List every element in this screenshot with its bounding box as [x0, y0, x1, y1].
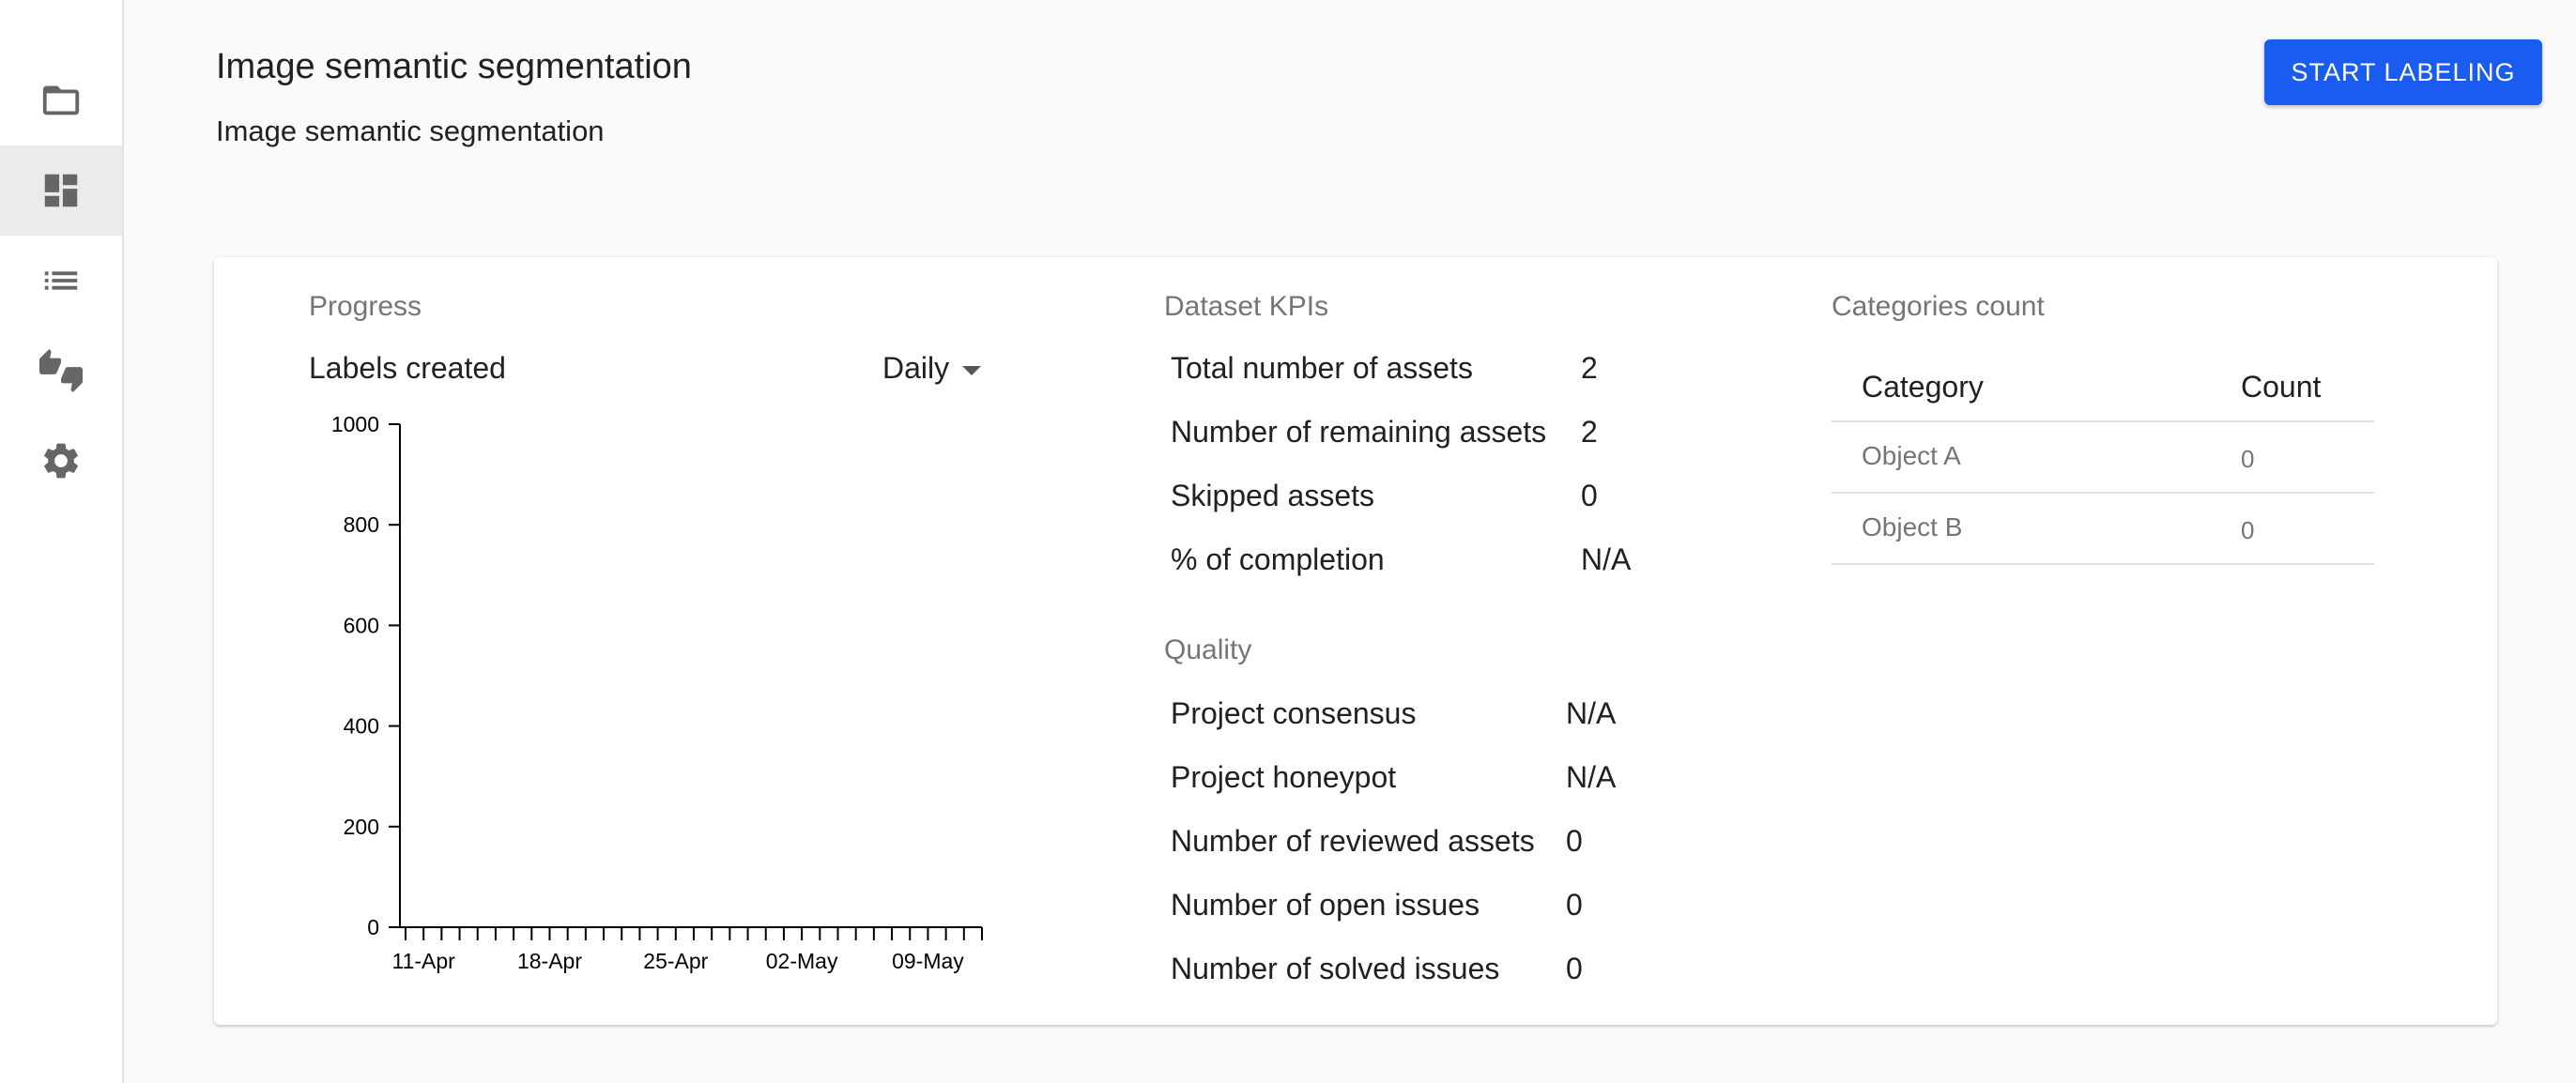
y-tick-label: 800	[344, 512, 379, 537]
column-header-category[interactable]: Category	[1862, 370, 1984, 404]
kpi-value: 0	[1581, 479, 1598, 512]
kpis-section-title: Dataset KPIs	[1164, 291, 1329, 322]
y-tick-label: 200	[344, 815, 379, 839]
kpi-value: N/A	[1581, 542, 1632, 576]
sidebar-item-list[interactable]	[0, 236, 122, 326]
sidebar	[0, 0, 124, 1083]
dashboard-icon	[44, 174, 78, 207]
sidebar-item-settings[interactable]	[0, 416, 122, 506]
page-subtitle: Image semantic segmentation	[216, 114, 605, 147]
quality-label: Number of solved issues	[1171, 952, 1500, 985]
y-tick-label: 600	[344, 613, 379, 637]
start-labeling-button[interactable]: START LABELING	[2264, 39, 2542, 105]
kpi-value: 2	[1581, 351, 1598, 385]
x-tick-label: 25-Apr	[643, 949, 708, 973]
kpi-label: Number of remaining assets	[1171, 415, 1547, 449]
y-tick-label: 400	[344, 714, 379, 739]
quality-value: 0	[1566, 888, 1583, 922]
quality-value: 0	[1566, 824, 1583, 858]
quality-value: N/A	[1566, 696, 1617, 730]
x-tick-label: 11-Apr	[392, 949, 456, 973]
quality-value: N/A	[1566, 760, 1617, 794]
kpi-label: Total number of assets	[1171, 351, 1473, 385]
category-name: Object B	[1862, 512, 1963, 542]
quality-value: 0	[1566, 952, 1583, 985]
x-tick-label: 02-May	[766, 949, 838, 973]
folder-icon	[42, 85, 80, 115]
quality-label: Project consensus	[1171, 696, 1417, 730]
table-header: Category Count	[1832, 347, 2374, 422]
y-tick-label: 1000	[331, 412, 379, 436]
page-title: Image semantic segmentation	[216, 47, 692, 86]
quality-label: Number of open issues	[1171, 888, 1480, 922]
gear-icon	[44, 443, 78, 479]
kpi-label: % of completion	[1171, 542, 1385, 576]
column-header-count[interactable]: Count	[2241, 370, 2321, 404]
category-count: 0	[2241, 445, 2255, 473]
category-count: 0	[2241, 516, 2255, 544]
x-tick-label: 09-May	[892, 949, 964, 973]
kpi-label: Skipped assets	[1171, 479, 1375, 512]
sidebar-item-folder[interactable]	[0, 55, 122, 145]
category-name: Object A	[1862, 441, 1961, 470]
table-row: Object A 0	[1832, 422, 2374, 494]
table-row: Object B 0	[1832, 494, 2374, 565]
kpi-value: 2	[1581, 415, 1598, 449]
categories-section-title: Categories count	[1832, 291, 2045, 322]
thumbs-up-down-icon	[39, 349, 83, 392]
categories-table: Category Count Object A 0 Object B 0	[1832, 347, 2374, 565]
quality-label: Number of reviewed assets	[1171, 824, 1535, 858]
list-icon	[44, 271, 78, 290]
dashboard-card: Progress Labels created Daily 0 200 400 600…	[214, 257, 2497, 1025]
y-tick-label: 0	[367, 915, 379, 939]
sidebar-item-dashboard[interactable]	[0, 145, 122, 236]
quality-label: Project honeypot	[1171, 760, 1397, 794]
sidebar-item-review[interactable]	[0, 326, 122, 416]
x-tick-label: 18-Apr	[517, 949, 582, 973]
quality-section-title: Quality	[1164, 634, 1252, 665]
